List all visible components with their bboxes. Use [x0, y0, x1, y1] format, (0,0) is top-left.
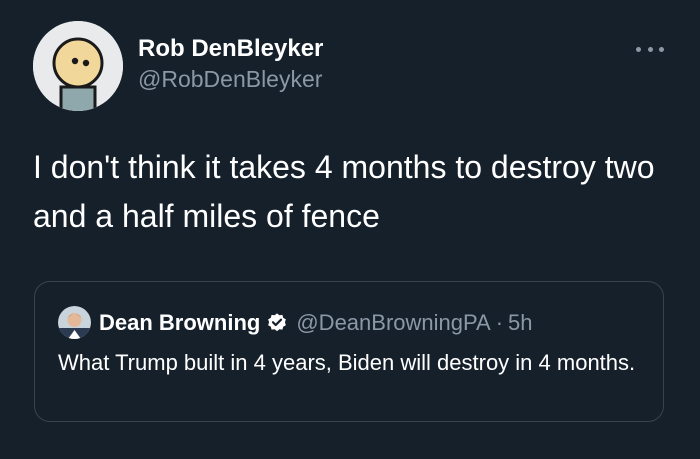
quoted-tweet-text: What Trump built in 4 years, Biden will … — [58, 350, 636, 375]
verified-badge-icon — [266, 312, 288, 334]
tweet-text: I don't think it takes 4 months to destr… — [33, 149, 655, 234]
more-horizontal-icon[interactable] — [636, 44, 664, 54]
author-name[interactable]: Rob DenBleyker — [138, 35, 323, 63]
quoted-author-avatar[interactable] — [58, 306, 91, 339]
quoted-tweet-card[interactable]: Dean Browning @DeanBrowningPA · 5h What … — [34, 281, 664, 422]
dot — [636, 46, 641, 52]
dot — [659, 46, 664, 52]
author-avatar[interactable] — [33, 21, 123, 111]
quoted-tweet-timestamp[interactable]: 5h — [508, 310, 532, 336]
quoted-author-name[interactable]: Dean Browning — [99, 310, 260, 336]
quoted-tweet-header: Dean Browning @DeanBrowningPA · 5h — [58, 306, 533, 339]
dot — [647, 46, 653, 52]
header-separator: · — [495, 309, 504, 335]
quoted-author-handle[interactable]: @DeanBrowningPA — [296, 310, 490, 336]
author-handle[interactable]: @RobDenBleyker — [138, 65, 323, 93]
author-info: Rob DenBleyker @RobDenBleyker — [138, 35, 323, 93]
